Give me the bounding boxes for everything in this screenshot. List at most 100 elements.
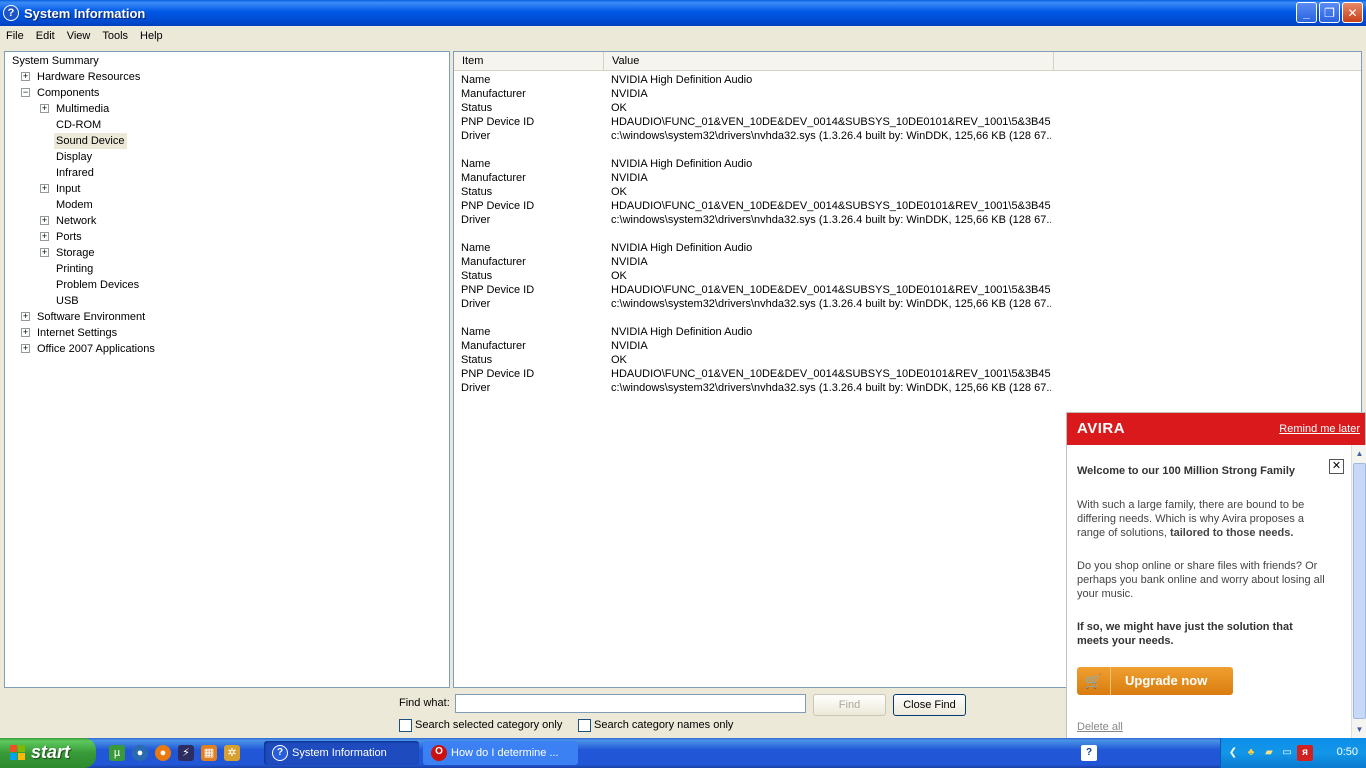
close-button[interactable]: ✕ [1342, 2, 1363, 23]
list-row[interactable]: Name NVIDIA High Definition Audio [454, 73, 1354, 87]
close-find-button[interactable]: Close Find [893, 694, 966, 716]
list-row[interactable]: PNP Device ID HDAUDIO\FUNC_01&VEN_10DE&DE… [454, 115, 1354, 129]
upgrade-now-button[interactable]: 🛒 Upgrade now [1077, 667, 1233, 695]
tree-item[interactable]: + Internet Settings [5, 325, 445, 341]
list-row[interactable]: PNP Device ID HDAUDIO\FUNC_01&VEN_10DE&DE… [454, 367, 1354, 381]
delete-all-link[interactable]: Delete all [1077, 721, 1123, 733]
list-row[interactable]: Status OK [454, 353, 1354, 367]
tree-item[interactable]: + Input [5, 181, 445, 197]
list-row[interactable]: Manufacturer NVIDIA [454, 87, 1354, 101]
utorrent-icon[interactable]: µ [109, 745, 125, 761]
chevron-left-icon[interactable]: ❮ [1225, 745, 1241, 761]
folder-icon[interactable]: ▰ [1261, 745, 1277, 761]
expand-icon[interactable]: + [21, 328, 30, 337]
category-tree[interactable]: System Summary + Hardware Resources − Compon… [4, 51, 450, 688]
list-row[interactable]: PNP Device ID HDAUDIO\FUNC_01&VEN_10DE&DE… [454, 283, 1354, 297]
find-button[interactable]: Find [813, 694, 886, 716]
value-cell: HDAUDIO\FUNC_01&VEN_10DE&DEV_0014&SUBSYS… [611, 200, 1051, 212]
tree-item[interactable]: + Ports [5, 229, 445, 245]
menu-edit[interactable]: Edit [30, 30, 61, 42]
search-names-checkbox[interactable] [578, 719, 591, 732]
firefox-icon[interactable]: ● [155, 745, 171, 761]
list-row[interactable]: Driver c:\windows\system32\drivers\nvhda3… [454, 129, 1354, 143]
list-row[interactable]: Manufacturer NVIDIA [454, 255, 1354, 269]
menu-bar: File Edit View Tools Help [0, 26, 1366, 45]
avira-icon[interactable]: ᴙ [1297, 745, 1313, 761]
help-icon[interactable]: ? [1081, 745, 1097, 761]
item-cell: Status [461, 186, 493, 198]
menu-view[interactable]: View [61, 30, 97, 42]
expand-icon[interactable]: + [40, 248, 49, 257]
tree-item[interactable]: + Office 2007 Applications [5, 341, 445, 357]
tree-item[interactable]: Infrared [5, 165, 445, 181]
tree-item-label: Problem Devices [56, 279, 140, 291]
list-row[interactable]: Driver c:\windows\system32\drivers\nvhda3… [454, 381, 1354, 395]
close-icon[interactable]: ✕ [1329, 459, 1344, 474]
restore-button[interactable]: ❐ [1319, 2, 1340, 23]
title-bar[interactable]: ? System Information _ ❐ ✕ [0, 0, 1366, 26]
tree-item[interactable]: Sound Device [5, 133, 445, 149]
expand-icon[interactable]: + [40, 184, 49, 193]
expand-icon[interactable]: + [40, 216, 49, 225]
tree-item[interactable]: CD-ROM [5, 117, 445, 133]
browser-icon[interactable]: ● [132, 745, 148, 761]
network-icon[interactable]: ✲ [224, 745, 240, 761]
list-row[interactable]: Manufacturer NVIDIA [454, 339, 1354, 353]
find-input[interactable] [455, 694, 806, 713]
list-row[interactable]: Manufacturer NVIDIA [454, 171, 1354, 185]
start-button[interactable]: start [0, 738, 96, 768]
list-row[interactable]: Name NVIDIA High Definition Audio [454, 325, 1354, 339]
tree-item[interactable]: + Multimedia [5, 101, 445, 117]
list-header: Item Value [454, 52, 1361, 71]
list-row[interactable]: Status OK [454, 101, 1354, 115]
tree-item[interactable]: USB [5, 293, 445, 309]
tree-item[interactable]: + Hardware Resources [5, 69, 445, 85]
scroll-up-icon[interactable]: ▲ [1353, 447, 1366, 461]
expand-icon[interactable]: + [21, 344, 30, 353]
expand-icon[interactable]: + [21, 72, 30, 81]
minimize-button[interactable]: _ [1296, 2, 1317, 23]
list-row[interactable]: Status OK [454, 185, 1354, 199]
list-row[interactable]: Driver c:\windows\system32\drivers\nvhda3… [454, 297, 1354, 311]
column-header-value[interactable]: Value [604, 52, 1054, 71]
value-cell: OK [611, 354, 627, 366]
taskbar-item-system-information[interactable]: ? System Information [264, 741, 419, 765]
winamp-icon[interactable]: ⚡ [178, 745, 194, 761]
item-cell: Driver [461, 382, 491, 394]
list-row[interactable]: PNP Device ID HDAUDIO\FUNC_01&VEN_10DE&DE… [454, 199, 1354, 213]
taskbar-item-opera[interactable]: O How do I determine ... [423, 741, 578, 765]
tree-item[interactable]: Printing [5, 261, 445, 277]
tree-item[interactable]: Modem [5, 197, 445, 213]
list-row[interactable]: Name NVIDIA High Definition Audio [454, 241, 1354, 255]
list-row[interactable]: Driver c:\windows\system32\drivers\nvhda3… [454, 213, 1354, 227]
tree-item[interactable]: + Storage [5, 245, 445, 261]
tree-item[interactable]: System Summary [5, 53, 445, 69]
menu-file[interactable]: File [0, 30, 30, 42]
expand-icon[interactable]: + [21, 312, 30, 321]
chat-icon[interactable]: ▭ [1279, 745, 1295, 761]
item-cell: Name [461, 74, 491, 86]
avira-scrollbar[interactable]: ▲ ▼ [1351, 445, 1366, 739]
scroll-down-icon[interactable]: ▼ [1353, 723, 1366, 737]
item-cell: Name [461, 158, 491, 170]
menu-tools[interactable]: Tools [96, 30, 134, 42]
search-selected-checkbox[interactable] [399, 719, 412, 732]
menu-help[interactable]: Help [134, 30, 169, 42]
scroll-thumb[interactable] [1353, 463, 1366, 719]
expand-icon[interactable]: + [40, 232, 49, 241]
list-row[interactable]: Status OK [454, 269, 1354, 283]
tree-item[interactable]: + Network [5, 213, 445, 229]
expand-icon[interactable]: + [40, 104, 49, 113]
calculator-icon[interactable]: ▦ [201, 745, 217, 761]
tree-item[interactable]: + Software Environment [5, 309, 445, 325]
tree-item-label: Software Environment [37, 311, 146, 323]
column-header-item[interactable]: Item [454, 52, 604, 71]
list-row[interactable]: Name NVIDIA High Definition Audio [454, 157, 1354, 171]
network-people-icon[interactable]: ♣ [1243, 745, 1259, 761]
tree-item[interactable]: − Components [5, 85, 445, 101]
task-label-opera: How do I determine ... [451, 747, 559, 759]
remind-later-link[interactable]: Remind me later [1279, 423, 1360, 435]
tree-item[interactable]: Problem Devices [5, 277, 445, 293]
collapse-icon[interactable]: − [21, 88, 30, 97]
tree-item[interactable]: Display [5, 149, 445, 165]
